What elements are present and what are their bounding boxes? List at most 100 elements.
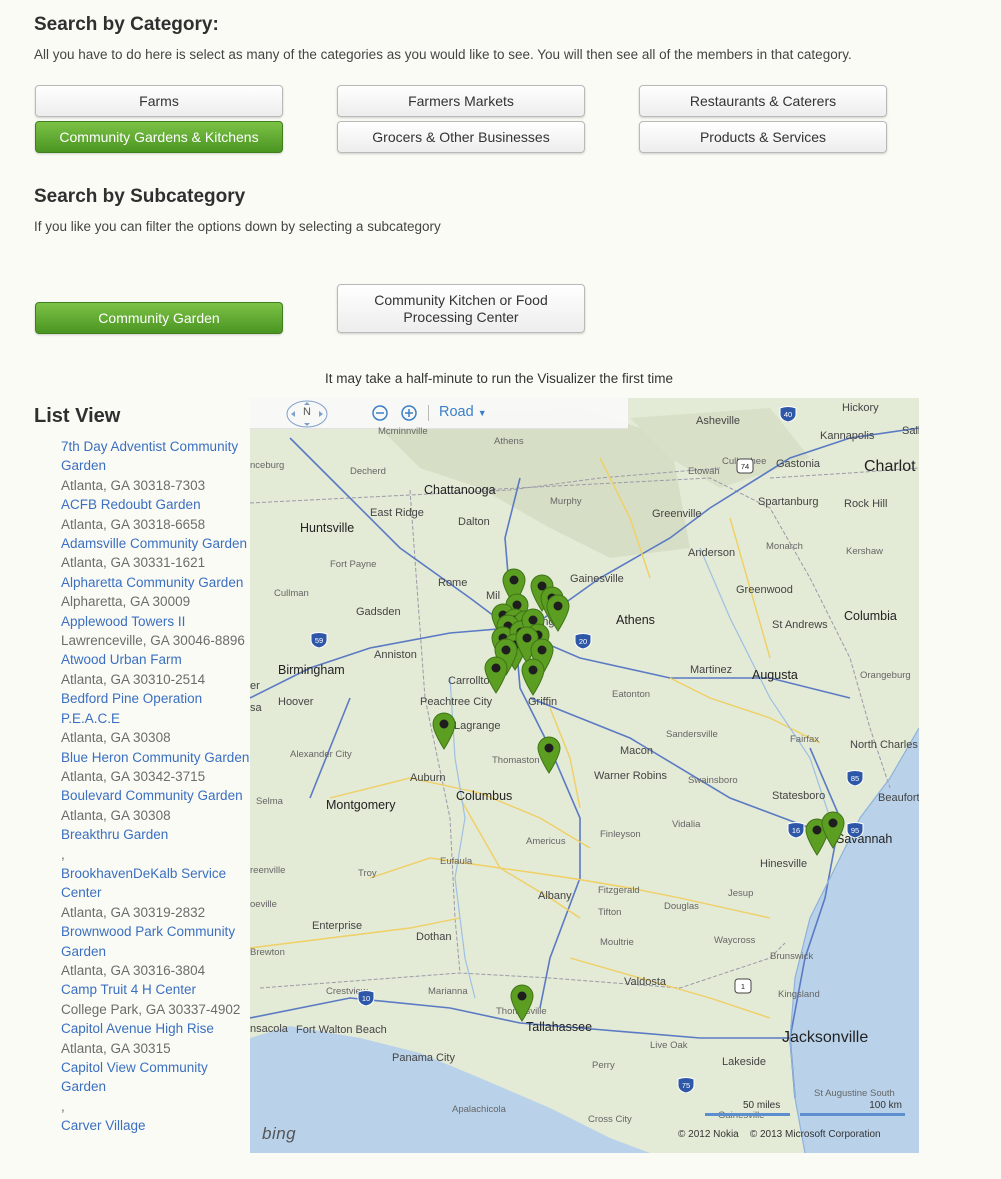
map-pin-icon[interactable] [483, 656, 509, 694]
subcategory-community-garden-button[interactable]: Community Garden [35, 302, 283, 334]
city-label: oeville [250, 899, 277, 910]
city-label: St Augustine South [814, 1088, 895, 1099]
map-type-dropdown[interactable]: Road ▼ [439, 404, 487, 420]
city-label: nsacola [250, 1023, 288, 1035]
list-item-address: Atlanta, GA 30318-7303 [61, 477, 206, 493]
map-view[interactable]: N Road ▼ Asheville Hickory Kannapolis Sali M… [250, 398, 919, 1153]
city-label: Montgomery [326, 798, 396, 812]
category-products-services-button[interactable]: Products & Services [639, 121, 887, 153]
map-pin-icon[interactable] [520, 658, 546, 696]
city-label: Swainsboro [688, 775, 738, 786]
city-label: Marianna [428, 986, 468, 997]
list-item-link[interactable]: Blue Heron Community Garden [61, 748, 251, 767]
city-label: sa [250, 702, 262, 714]
city-label: Rome [438, 577, 468, 589]
city-label: Kershaw [846, 546, 883, 557]
list-item-link[interactable]: Carver Village [61, 1116, 251, 1135]
city-label: Warner Robins [594, 770, 667, 782]
city-label: Chattanooga [424, 483, 496, 497]
highway-shield-icon: 20 [574, 633, 592, 650]
city-label: Jacksonville [782, 1029, 869, 1046]
list-item-address: Atlanta, GA 30342-3715 [61, 768, 206, 784]
city-label: Statesboro [772, 790, 826, 802]
svg-text:16: 16 [792, 826, 800, 835]
city-label: Valdosta [624, 976, 666, 988]
city-label: Brunswick [770, 951, 814, 962]
city-label: Spartanburg [758, 496, 819, 508]
city-label: St Andrews [772, 619, 828, 631]
svg-text:85: 85 [851, 774, 859, 783]
highway-shield-icon: 16 [787, 822, 805, 839]
svg-text:74: 74 [741, 462, 749, 471]
highway-shield-icon: 10 [357, 990, 375, 1007]
svg-text:75: 75 [682, 1081, 690, 1090]
list-item-address: Atlanta, GA 30308 [61, 807, 171, 823]
chevron-down-icon: ▼ [477, 408, 487, 418]
city-label: Moultrie [600, 937, 634, 948]
city-label: Kingsland [778, 989, 820, 1000]
city-label: Gainesville [570, 573, 624, 585]
city-label: Live Oak [650, 1040, 688, 1051]
list-item-link[interactable]: Capitol Avenue High Rise [61, 1019, 251, 1038]
category-restaurants-button[interactable]: Restaurants & Caterers [639, 85, 887, 117]
city-label: Vidalia [672, 819, 701, 830]
city-label: Finleyson [600, 829, 641, 840]
list-item-address: Alpharetta, GA 30009 [61, 594, 191, 610]
city-label: Selma [256, 796, 283, 807]
city-label: Hickory [842, 402, 879, 414]
map-pin-icon[interactable] [509, 984, 535, 1022]
list-item-link[interactable]: ACFB Redoubt Garden [61, 495, 251, 514]
highway-shield-icon: 85 [846, 770, 864, 787]
city-label: Eufaula [440, 856, 473, 867]
subcategory-community-kitchen-button[interactable]: Community Kitchen or Food Processing Cen… [337, 284, 585, 333]
list-item-link[interactable]: Breakthru Garden [61, 825, 251, 844]
city-label: Sali [902, 425, 919, 437]
svg-text:40: 40 [784, 410, 792, 419]
city-label: Athens [616, 613, 655, 627]
city-label: Enterprise [312, 920, 363, 932]
list-item-link[interactable]: Boulevard Community Garden [61, 786, 251, 805]
map-pin-icon[interactable] [431, 712, 457, 750]
list-item-link[interactable]: Bedford Pine Operation P.E.A.C.E [61, 689, 251, 728]
city-label: nceburg [250, 460, 285, 471]
list-item-link[interactable]: Alpharetta Community Garden [61, 573, 251, 592]
list-item-link[interactable]: Brownwood Park Community Garden [61, 922, 251, 961]
city-label: Eatonton [612, 689, 651, 700]
city-label: Anniston [374, 649, 417, 661]
list-item-link[interactable]: Adamsville Community Garden [61, 534, 251, 553]
list-item-link[interactable]: 7th Day Adventist Community Garden [61, 437, 251, 476]
city-label: Panama City [392, 1052, 455, 1064]
zoom-in-icon[interactable] [400, 404, 418, 422]
subcategory-description: If you like you can filter the options d… [34, 219, 441, 234]
bing-logo: bing [262, 1124, 297, 1143]
svg-text:20: 20 [579, 637, 587, 646]
list-item-address: Atlanta, GA 30316-3804 [61, 962, 206, 978]
city-label: Brewton [250, 947, 285, 958]
list-item-address: Atlanta, GA 30315 [61, 1040, 171, 1056]
map-scale: 50 miles 100 km [705, 1100, 910, 1126]
list-item-link[interactable]: Atwood Urban Farm [61, 650, 251, 669]
city-label: Mcminnville [378, 426, 428, 437]
category-farms-button[interactable]: Farms [35, 85, 283, 117]
list-item-link[interactable]: Camp Truit 4 H Center [61, 980, 251, 999]
city-label: Thomaston [492, 755, 540, 766]
map-navigation-bar: N Road ▼ [250, 398, 628, 429]
city-label: Murphy [550, 496, 582, 507]
nav-separator [428, 405, 429, 421]
list-item-link[interactable]: Applewood Towers II [61, 612, 251, 631]
category-community-gardens-button[interactable]: Community Gardens & Kitchens [35, 121, 283, 153]
zoom-out-icon[interactable] [371, 404, 389, 422]
city-label: Dalton [458, 516, 490, 528]
list-item-link[interactable]: Capitol View Community Garden [61, 1058, 251, 1097]
city-label: Hinesville [760, 858, 808, 870]
city-label: Columbia [844, 609, 897, 623]
category-farmers-markets-button[interactable]: Farmers Markets [337, 85, 585, 117]
city-label: Perry [592, 1060, 615, 1071]
category-grocers-button[interactable]: Grocers & Other Businesses [337, 121, 585, 153]
category-description: All you have to do here is select as man… [34, 47, 852, 62]
map-pin-icon[interactable] [820, 811, 846, 849]
city-label: Griffin [528, 696, 558, 708]
map-pin-icon[interactable] [536, 736, 562, 774]
city-label: Martinez [690, 664, 733, 676]
list-item-link[interactable]: BrookhavenDeKalb Service Center [61, 864, 251, 903]
